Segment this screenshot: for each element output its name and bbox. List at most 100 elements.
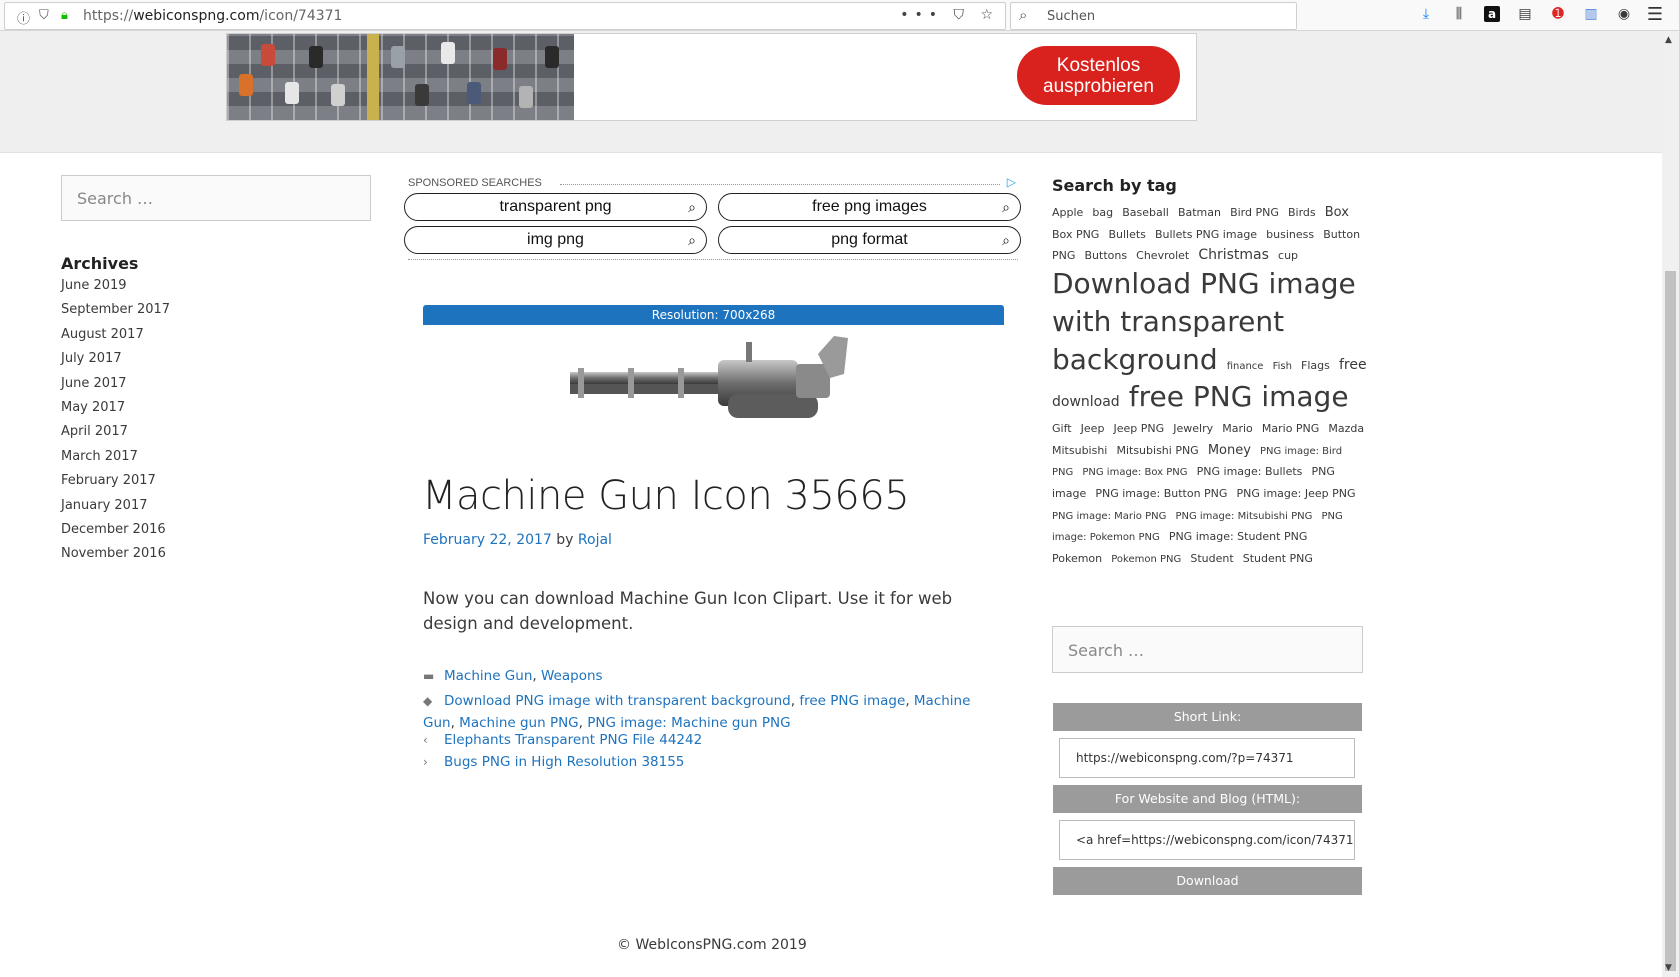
scroll-up-icon[interactable]: ▲ xyxy=(1665,35,1672,45)
search-icon: ⌕ xyxy=(688,232,696,248)
adchoices-icon[interactable]: ▷ xyxy=(1007,175,1016,189)
tag-cloud-link[interactable]: finance xyxy=(1227,361,1264,372)
bookmark-star-icon[interactable]: ☆ xyxy=(980,7,999,23)
menu-icon[interactable]: ☰ xyxy=(1647,4,1663,25)
html-embed-field[interactable]: <a href=https://webiconspng.com/icon/743… xyxy=(1059,820,1355,860)
tag-cloud-link[interactable]: Jeep xyxy=(1081,422,1105,435)
tag-cloud-link[interactable]: Flags xyxy=(1301,359,1330,372)
download-icon[interactable]: ⤓ xyxy=(1418,6,1434,22)
archive-link[interactable]: December 2016 xyxy=(61,522,170,546)
archive-link[interactable]: September 2017 xyxy=(61,302,170,326)
page-scrollbar[interactable]: ▲ ▼ xyxy=(1662,31,1679,977)
url-text[interactable]: https://webiconspng.com/icon/74371 xyxy=(83,8,342,24)
tag-cloud-link[interactable]: Mazda xyxy=(1328,422,1364,435)
tag-cloud-link[interactable]: Gift xyxy=(1052,422,1072,435)
sponsored-pill[interactable]: transparent png ⌕ xyxy=(404,193,707,221)
tag-cloud-link[interactable]: Money xyxy=(1208,443,1251,458)
tag-cloud-link[interactable]: Mitsubishi xyxy=(1052,444,1107,457)
archive-link[interactable]: May 2017 xyxy=(61,400,170,424)
archive-link[interactable]: June 2017 xyxy=(61,376,170,400)
tag-cloud-link[interactable]: Fish xyxy=(1273,361,1292,372)
browser-search-box[interactable]: ⌕ Suchen xyxy=(1010,2,1297,30)
tag-cloud-link[interactable]: PNG image: Mitsubishi PNG xyxy=(1175,511,1312,522)
tag-link[interactable]: PNG image: Machine gun PNG xyxy=(587,715,790,731)
tag-cloud-link[interactable]: Bullets xyxy=(1108,228,1145,241)
tag-cloud-link[interactable]: PNG image: Student PNG xyxy=(1169,530,1308,543)
library-icon[interactable]: ⫼ xyxy=(1451,6,1467,22)
sponsored-pill[interactable]: png format ⌕ xyxy=(718,226,1021,254)
prev-post: ‹ Elephants Transparent PNG File 44242 xyxy=(423,732,702,748)
short-link-field[interactable]: https://webiconspng.com/?p=74371 xyxy=(1059,738,1355,778)
tag-cloud-link[interactable]: Bullets PNG image xyxy=(1155,228,1257,241)
prev-post-link[interactable]: Elephants Transparent PNG File 44242 xyxy=(444,732,702,748)
tracking-shield-icon[interactable]: ⛉ xyxy=(39,8,49,23)
tag-cloud-link[interactable]: Jewelry xyxy=(1173,422,1213,435)
tag-link[interactable]: Download PNG image with transparent back… xyxy=(444,693,791,709)
tag-cloud-link[interactable]: Jeep PNG xyxy=(1114,422,1165,435)
tag-cloud-link[interactable]: business xyxy=(1266,228,1314,241)
lock-icon[interactable]: 🔒︎ xyxy=(61,8,68,23)
left-search-input[interactable]: Search … xyxy=(61,175,371,221)
tag-cloud-link[interactable]: Student xyxy=(1190,552,1233,565)
archive-link[interactable]: August 2017 xyxy=(61,327,170,351)
ad-cta-button[interactable]: Kostenlos ausprobieren xyxy=(1017,46,1180,105)
tag-cloud-link[interactable]: cup xyxy=(1278,249,1298,262)
tag-cloud-link[interactable]: Batman xyxy=(1178,206,1221,219)
tag-cloud-link[interactable]: Mario xyxy=(1222,422,1253,435)
tag-cloud-link[interactable]: Mario PNG xyxy=(1262,422,1319,435)
scroll-down-icon[interactable]: ▼ xyxy=(1665,963,1672,973)
tag-cloud-link[interactable]: Buttons xyxy=(1084,249,1127,262)
amazon-icon[interactable]: a xyxy=(1484,6,1500,22)
pocket-icon[interactable]: ⛉ xyxy=(953,7,970,23)
tag-cloud-link[interactable]: Bird PNG xyxy=(1230,206,1279,219)
next-post-link[interactable]: Bugs PNG in High Resolution 38155 xyxy=(444,754,684,770)
tag-cloud-link[interactable]: Pokemon PNG xyxy=(1111,554,1181,565)
archive-link[interactable]: July 2017 xyxy=(61,351,170,375)
tag-cloud-link[interactable]: PNG image: Button PNG xyxy=(1095,487,1227,500)
tag-link[interactable]: Machine gun PNG xyxy=(459,715,578,731)
tag-cloud-link[interactable]: Birds xyxy=(1288,206,1316,219)
archive-link[interactable]: June 2019 xyxy=(61,278,170,302)
archive-link[interactable]: April 2017 xyxy=(61,424,170,448)
tag-cloud-link[interactable]: Student PNG xyxy=(1243,552,1313,565)
archive-link[interactable]: February 2017 xyxy=(61,473,170,497)
sponsored-pill[interactable]: img png ⌕ xyxy=(404,226,707,254)
address-bar[interactable]: ⓘ ⛉ 🔒︎ https://webiconspng.com/icon/7437… xyxy=(4,2,1006,30)
ad-banner[interactable]: Kostenlos ausprobieren xyxy=(226,33,1197,121)
tag-cloud-link[interactable]: PNG image: Box PNG xyxy=(1082,467,1187,478)
author-link[interactable]: Rojal xyxy=(578,532,612,548)
download-button[interactable]: Download xyxy=(1053,867,1362,895)
tag-cloud-link[interactable]: Chevrolet xyxy=(1136,249,1189,262)
sponsored-pill[interactable]: free png images ⌕ xyxy=(718,193,1021,221)
category-link[interactable]: Weapons xyxy=(541,668,603,684)
tag-cloud-link[interactable]: Mitsubishi PNG xyxy=(1116,444,1198,457)
tag-cloud-link[interactable]: Box PNG xyxy=(1052,228,1099,241)
tag-cloud-link[interactable]: bag xyxy=(1092,206,1113,219)
tag-link[interactable]: free PNG image xyxy=(799,693,905,709)
more-actions-icon[interactable]: ••• xyxy=(900,7,943,23)
tag-cloud-link[interactable]: PNG image: Bullets xyxy=(1197,465,1303,478)
tag-cloud-link[interactable]: Christmas xyxy=(1198,247,1269,263)
account-icon[interactable]: ◉ xyxy=(1616,6,1632,22)
right-search-input[interactable]: Search … xyxy=(1052,626,1363,673)
archive-link[interactable]: November 2016 xyxy=(61,546,170,570)
archive-link[interactable]: March 2017 xyxy=(61,449,170,473)
post-date-link[interactable]: February 22, 2017 xyxy=(423,532,552,548)
tag-cloud-link[interactable]: PNG image: Jeep PNG xyxy=(1237,487,1356,500)
tag-cloud-link[interactable]: Baseball xyxy=(1122,206,1169,219)
addon-icon[interactable]: ➊ xyxy=(1550,6,1566,22)
page-actions: ••• ⛉ ☆ xyxy=(900,7,999,23)
tag-cloud-link[interactable]: Apple xyxy=(1052,206,1083,219)
sidebar-icon[interactable]: ▤ xyxy=(1517,6,1533,22)
category-link[interactable]: Machine Gun xyxy=(444,668,532,684)
tag-cloud-link[interactable]: Pokemon xyxy=(1052,552,1102,565)
info-icon[interactable]: ⓘ xyxy=(17,8,30,27)
tag-cloud-link[interactable]: Box xyxy=(1325,205,1349,220)
machine-gun-image[interactable] xyxy=(568,334,862,434)
tag-cloud-link[interactable]: free PNG image xyxy=(1129,380,1349,413)
chevron-left-icon: ‹ xyxy=(423,733,428,747)
tag-cloud-link[interactable]: PNG image: Mario PNG xyxy=(1052,511,1166,522)
archive-link[interactable]: January 2017 xyxy=(61,498,170,522)
reader-icon[interactable]: ▥ xyxy=(1583,6,1599,22)
scroll-thumb[interactable] xyxy=(1665,271,1676,971)
